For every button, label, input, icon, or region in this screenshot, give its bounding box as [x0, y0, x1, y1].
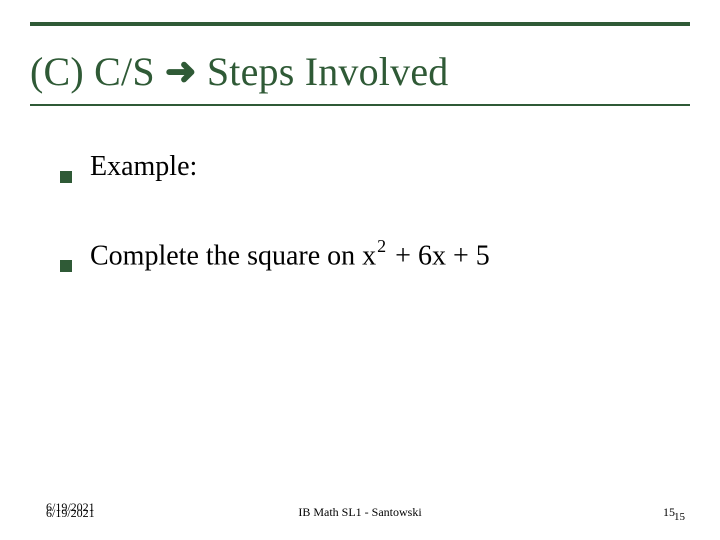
bullet-item: Example: [60, 150, 680, 184]
title-underline [30, 104, 690, 106]
title-rest: Steps Involved [207, 48, 449, 95]
footer-page-sub: 15 [674, 511, 685, 523]
square-bullet-icon [60, 260, 72, 272]
slide-title: (C) C/S ➜ Steps Involved [30, 48, 448, 95]
bullet-text-suffix: + 6x + 5 [388, 240, 490, 271]
arrow-right-icon: ➜ [165, 53, 197, 91]
title-prefix: (C) C/S [30, 48, 155, 95]
bullet-text: Complete the square on x2 + 6x + 5 [90, 238, 490, 273]
bullet-text-prefix: Complete the square on x [90, 240, 376, 271]
slide-body: Example: Complete the square on x2 + 6x … [60, 150, 680, 327]
footer-page: 1515 [663, 505, 686, 520]
footer-center: IB Math SL1 - Santowski [0, 505, 720, 520]
square-bullet-icon [60, 171, 72, 183]
accent-bar [30, 22, 690, 26]
exponent: 2 [377, 236, 386, 256]
slide: (C) C/S ➜ Steps Involved Example: Comple… [0, 0, 720, 540]
bullet-item: Complete the square on x2 + 6x + 5 [60, 238, 680, 273]
bullet-text: Example: [90, 150, 197, 184]
